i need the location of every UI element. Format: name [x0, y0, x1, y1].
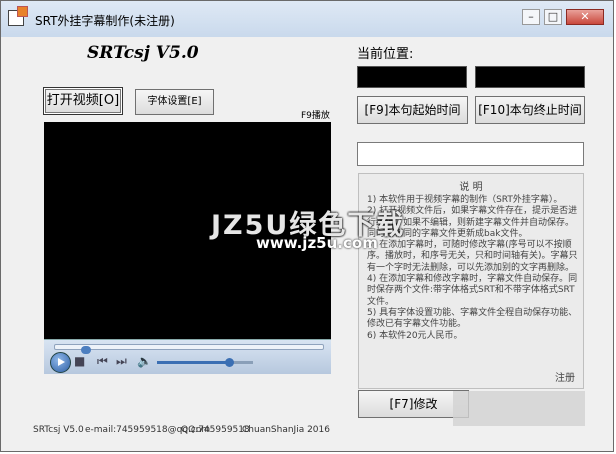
start-time-button[interactable]: [F9]本句起始时间 [357, 96, 468, 124]
instruction-line: 3) 在添加字幕时，可随时修改字幕(序号可以不按顺序。播放时，和序号无关，只和时… [367, 240, 578, 273]
instruction-line: 6) 本软件20元人民币。 [367, 330, 463, 341]
next-icon[interactable]: ⏭ [116, 353, 127, 369]
play-icon[interactable] [50, 352, 71, 373]
volume-icon[interactable]: 🔈 [137, 353, 152, 369]
instruction-line: 2) 打开视频文件后，如果字幕文件存在，提示是否进行编辑。如果不编辑，则新建字幕… [367, 206, 578, 239]
seek-bar[interactable] [54, 344, 324, 354]
register-link[interactable]: 注册 [555, 369, 575, 384]
maximize-button[interactable]: □ [544, 9, 562, 25]
app-window: SRT外挂字幕制作(未注册) – □ ✕ SRTcsj V5.0 打开视频[O]… [0, 0, 614, 452]
stop-icon[interactable]: ■ [74, 353, 85, 369]
app-name-label: SRTcsj V5.0 [87, 43, 199, 63]
volume-fill [157, 361, 229, 364]
end-time-button[interactable]: [F10]本句终止时间 [475, 96, 585, 124]
previous-icon[interactable]: ⏮ [97, 353, 108, 369]
current-position-label: 当前位置: [357, 47, 414, 62]
end-time-display [475, 66, 585, 88]
instruction-line: 5) 具有字体设置功能、字幕文件全程自动保存功能、修改已有字幕文件功能。 [367, 307, 578, 330]
open-video-button[interactable]: 打开视频[O] [43, 87, 123, 115]
volume-knob[interactable] [225, 358, 234, 367]
font-settings-button[interactable]: 字体设置[E] [135, 89, 214, 115]
instructions-panel: 说 明 1) 本软件用于视频字幕的制作（SRT外挂字幕）。 2) 打开视频文件后… [358, 173, 584, 389]
instruction-line: 4) 在添加字幕和修改字幕时，字幕文件自动保存。同时保存两个文件:带字体格式SR… [367, 274, 578, 307]
volume-slider[interactable] [157, 358, 253, 367]
close-button[interactable]: ✕ [566, 9, 604, 25]
media-controls: ■ ⏮ ⏭ 🔈 [44, 339, 331, 374]
obscured-area [453, 391, 585, 426]
footer-version: SRTcsj V5.0 [33, 425, 84, 435]
f9-play-label: F9播放 [301, 111, 330, 121]
app-icon [8, 6, 28, 26]
instructions-title: 说 明 [459, 182, 483, 193]
window-title: SRT外挂字幕制作(未注册) [35, 14, 175, 28]
subtitle-input[interactable] [357, 142, 584, 166]
title-bar: SRT外挂字幕制作(未注册) – □ ✕ [1, 1, 613, 37]
instruction-line: 1) 本软件用于视频字幕的制作（SRT外挂字幕）。 [367, 195, 563, 205]
start-time-display [357, 66, 467, 88]
footer-author: ChuanShanJia 2016 [242, 425, 330, 435]
instructions-body: 1) 本软件用于视频字幕的制作（SRT外挂字幕）。 2) 打开视频文件后，如果字… [367, 195, 579, 342]
minimize-button[interactable]: – [522, 9, 540, 25]
video-area[interactable] [44, 122, 331, 339]
footer-qq: QQ:745959518 [181, 425, 250, 435]
